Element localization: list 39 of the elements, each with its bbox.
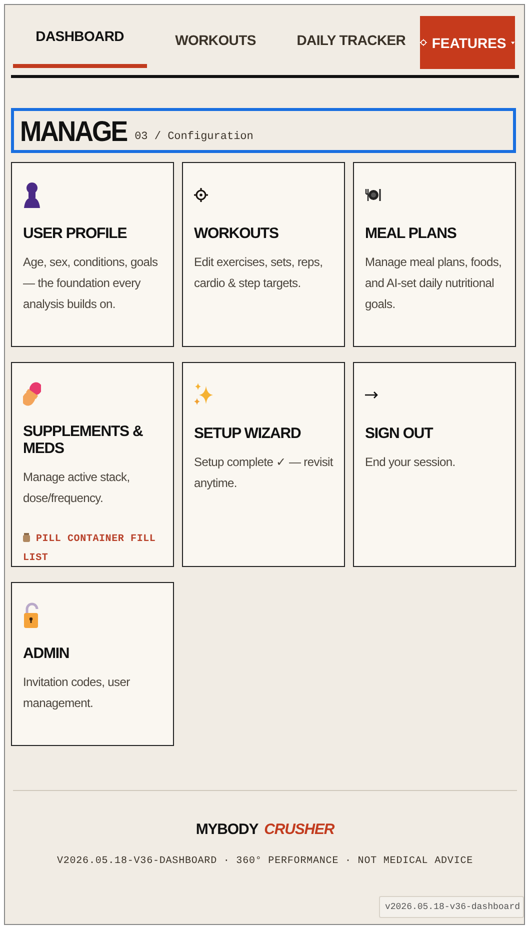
padlock-icon <box>23 601 41 629</box>
jar-icon <box>23 533 30 542</box>
feature-card[interactable]: SUPPLEMENTS & MEDS Manage active stack, dose/frequency. PILL CONTAINER FILL LIST <box>11 362 174 567</box>
feature-card[interactable]: ADMIN Invitation codes, user management. <box>11 582 174 746</box>
pill-list-link[interactable]: PILL CONTAINER FILL LIST <box>23 530 162 568</box>
brand-accent: CRUSHER <box>264 821 334 838</box>
plate-icon <box>365 188 381 202</box>
feature-card[interactable]: MEAL PLANS Manage meal plans, foods, and AI-set daily nutritional goals. <box>353 162 516 347</box>
card-description: Edit exercises, sets, reps, cardio & step targets. <box>194 254 324 292</box>
feature-card[interactable]: WORKOUTS Edit exercises, sets, reps, cardio & step targets. <box>182 162 345 347</box>
nav-tab[interactable]: DASHBOARD <box>13 10 147 68</box>
card-title: MEAL PLANS <box>365 225 456 242</box>
card-description: Manage active stack, dose/frequency. <box>23 469 131 507</box>
brand-name: MYBODY <box>196 821 258 838</box>
arrow-icon <box>365 391 379 399</box>
card-description: Manage meal plans, foods, and AI-set daily nutritional goals. <box>365 254 503 313</box>
card-title: SUPPLEMENTS & MEDS <box>23 423 144 457</box>
footer-tagline: V2026.05.18-V36-DASHBOARD · 360° PERFORMANCE · NOT MEDICAL ADVICE <box>56 856 474 867</box>
card-title: SIGN OUT <box>365 425 433 442</box>
feature-card[interactable]: USER PROFILE Age, sex, conditions, goals — the foundation every analysis builds on. <box>11 162 174 347</box>
caret-icon <box>511 40 516 44</box>
nav-tab[interactable]: DAILY TRACKER <box>284 10 418 75</box>
pill-icon <box>23 380 41 408</box>
nav-tab[interactable]: WORKOUTS <box>148 10 282 75</box>
person-icon <box>23 181 41 209</box>
card-description: Invitation codes, user management. <box>23 674 131 712</box>
feature-card[interactable]: SIGN OUT End your session. <box>353 362 516 567</box>
card-description: Age, sex, conditions, goals — the foundation every analysis builds on. <box>23 254 159 313</box>
card-description: End your session. <box>365 454 456 471</box>
card-title: WORKOUTS <box>194 225 278 242</box>
card-title: SETUP WIZARD <box>194 425 301 442</box>
section-title: MANAGE <box>20 116 127 146</box>
features-menu-button[interactable]: FEATURES <box>420 16 516 69</box>
card-description: Setup complete ✓ — revisit anytime. <box>194 454 333 492</box>
card-title: ADMIN <box>23 645 70 662</box>
card-title: USER PROFILE <box>23 225 127 242</box>
section-subtitle: 03 / Configuration <box>134 131 254 144</box>
version-badge: v2026.05.18-v36-dashboard <box>378 896 524 918</box>
feature-card[interactable]: SETUP WIZARD Setup complete ✓ — revisit anytime. <box>182 362 345 567</box>
